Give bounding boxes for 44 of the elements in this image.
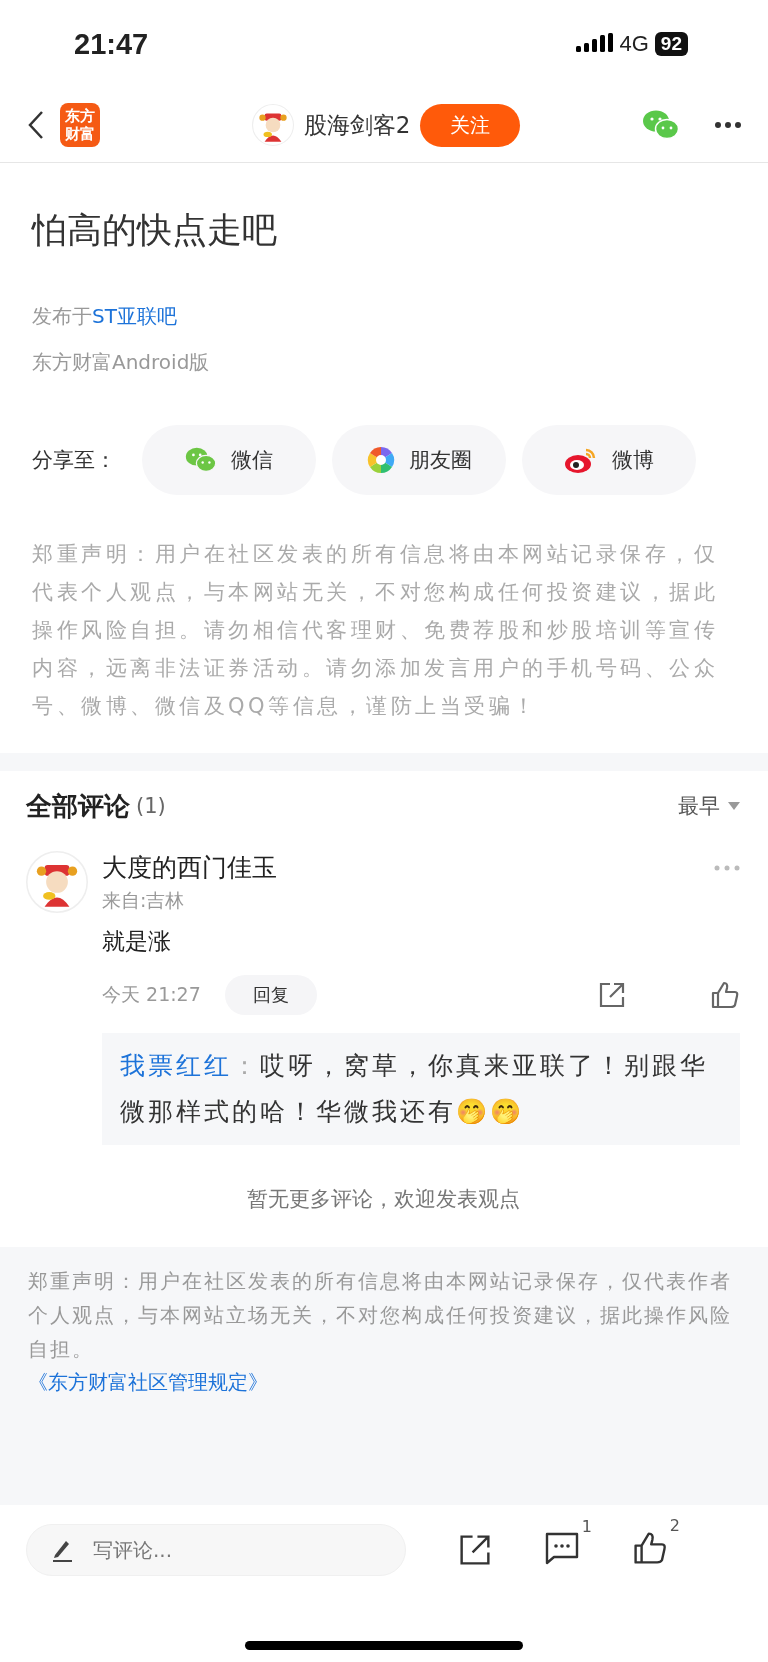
share-button[interactable]: 朋友圈 — [332, 425, 506, 495]
comment-input[interactable]: 写评论... — [26, 1524, 406, 1576]
thumbs-up-icon[interactable] — [632, 1530, 668, 1566]
no-more-comments: 暂无更多评论，欢迎发表观点 — [245, 1186, 521, 1213]
signal-icon — [575, 33, 614, 55]
published-in: 发布于ST亚联吧 — [32, 303, 178, 330]
comment-icon[interactable] — [544, 1531, 580, 1565]
more-icon[interactable] — [714, 121, 742, 129]
share-icon[interactable] — [458, 1533, 492, 1567]
avatar-icon — [251, 104, 294, 146]
forum-link[interactable]: ST亚联吧 — [92, 304, 177, 328]
comments-title: 全部评论 — [26, 789, 130, 823]
aperture-icon — [366, 446, 395, 474]
network-label: 4G — [619, 31, 649, 57]
share-icon[interactable] — [598, 981, 626, 1009]
rules-link[interactable]: 《东方财富社区管理规定》 — [28, 1369, 268, 1396]
reply-text: 我票红红：哎呀，窝草，你真来亚联了！别跟华微那样式的哈！华微我还有🤭🤭 — [102, 1033, 740, 1145]
status-time: 21:47 — [74, 27, 149, 61]
commenter-name[interactable]: 大度的西门佳玉 — [102, 851, 277, 884]
caret-icon — [728, 802, 740, 810]
battery-level: 92 — [654, 32, 688, 56]
footer-disclaimer: 郑重声明：用户在社区发表的所有信息将由本网站记录保存，仅代表作者个人观点，与本网站立场无关，不对您构成任何投资建议，据此操作风险自担。 — [28, 1269, 733, 1363]
share-button[interactable]: 微信 — [142, 425, 316, 495]
comment-field[interactable]: 写评论... — [91, 1537, 355, 1563]
comment-count: 1 — [581, 1517, 592, 1536]
comment-time: 今天 21:27 — [102, 982, 201, 1007]
post-source: 东方财富Android版 — [32, 349, 211, 376]
sort-dropdown[interactable]: 最早 — [678, 792, 740, 820]
author-name[interactable]: 股海剑客2 — [303, 109, 411, 141]
like-count: 2 — [669, 1516, 680, 1535]
share-label: 分享至： — [32, 447, 117, 474]
comment-count: (1) — [136, 794, 166, 818]
reply-author-link[interactable]: 我票红红 — [120, 1051, 232, 1080]
disclaimer-text: 郑重声明：用户在社区发表的所有信息将由本网站记录保存，仅代表个人观点，与本网站无关，不对您构成任何投资建议，据此操作风险自担。请勿相信代客理财、免费荐股和炒股培训等宣传内容，远离非法证券活动。请勿添加发言用户的手机号码、公众号、微博、微信及QQ等信息，谨防上当受骗！ — [32, 541, 719, 720]
weibo-icon — [564, 446, 598, 474]
commenter-location: 来自:吉林 — [102, 888, 186, 913]
share-button[interactable]: 微博 — [522, 425, 696, 495]
article-title: 怕高的快点走吧 — [32, 209, 278, 252]
reply-button[interactable]: 回复 — [224, 975, 317, 1015]
avatar-icon — [26, 851, 88, 913]
thumbs-up-icon[interactable] — [710, 980, 740, 1010]
back-icon[interactable] — [26, 109, 46, 141]
comment-text: 就是涨 — [102, 927, 172, 956]
wechat-icon — [185, 446, 217, 474]
